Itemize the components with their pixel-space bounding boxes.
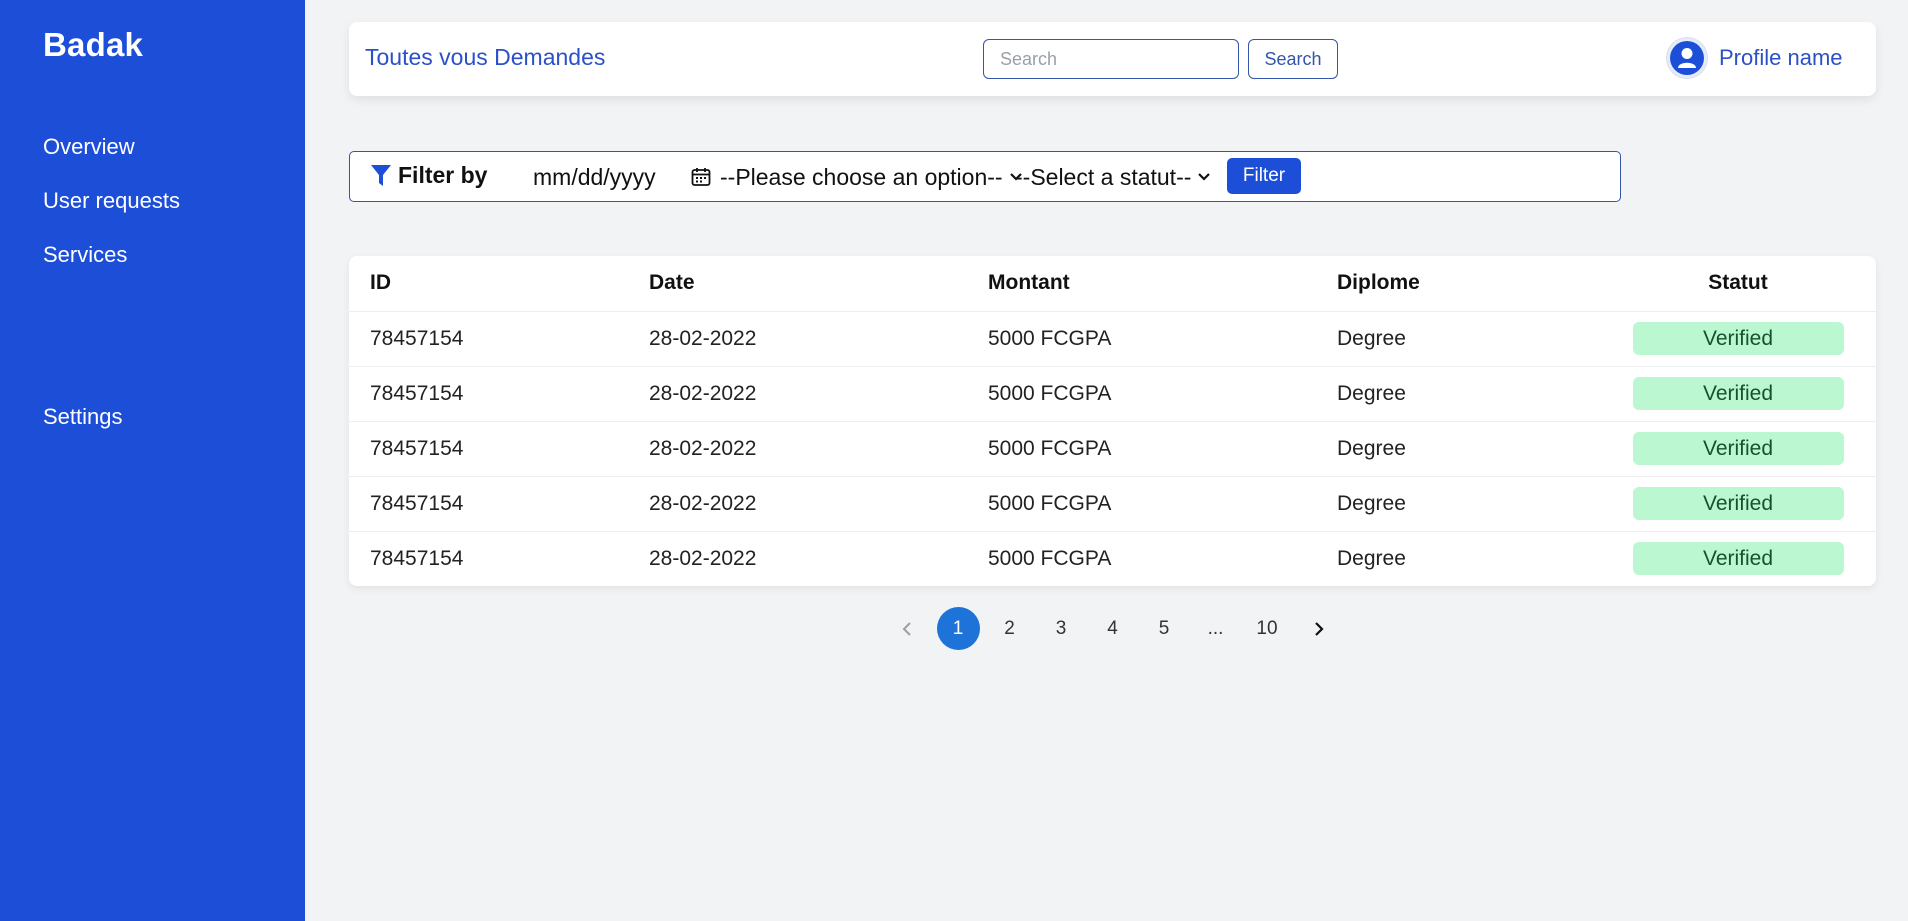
cell-montant: 5000 FCGPA — [988, 420, 1337, 476]
page-button-1[interactable]: 1 — [936, 607, 980, 650]
pagination: 1 2 3 4 5 ... 10 — [885, 607, 1349, 650]
status-badge: Verified — [1632, 487, 1844, 520]
column-header-id[interactable]: ID — [349, 256, 649, 311]
cell-date: 28-02-2022 — [649, 475, 988, 531]
table-row[interactable]: 78457154 28-02-2022 5000 FCGPA Degree Ve… — [349, 530, 1876, 586]
cell-statut: Verified — [1622, 530, 1876, 586]
cell-id: 78457154 — [349, 365, 649, 421]
cell-date: 28-02-2022 — [649, 530, 988, 586]
status-badge: Verified — [1632, 322, 1844, 355]
chevron-right-icon — [1314, 621, 1324, 636]
filter-label-text: Filter by — [398, 162, 488, 188]
brand-logo[interactable]: Badak — [43, 26, 143, 64]
cell-id: 78457154 — [349, 530, 649, 586]
filter-button[interactable]: Filter — [1227, 158, 1301, 194]
cell-statut: Verified — [1622, 475, 1876, 531]
cell-id: 78457154 — [349, 420, 649, 476]
date-input[interactable]: mm/dd/yyyy — [531, 159, 711, 195]
search-input[interactable] — [983, 39, 1239, 79]
cell-date: 28-02-2022 — [649, 365, 988, 421]
column-header-montant[interactable]: Montant — [988, 256, 1337, 311]
status-badge: Verified — [1632, 377, 1844, 410]
cell-montant: 5000 FCGPA — [988, 365, 1337, 421]
column-header-date[interactable]: Date — [649, 256, 988, 311]
sidebar: Badak Overview User requests Services Se… — [0, 0, 305, 921]
table-row[interactable]: 78457154 28-02-2022 5000 FCGPA Degree Ve… — [349, 310, 1876, 366]
cell-diplome: Degree — [1337, 475, 1622, 531]
status-badge: Verified — [1632, 432, 1844, 465]
avatar[interactable] — [1667, 38, 1707, 78]
chevron-left-icon — [902, 621, 911, 636]
cell-diplome: Degree — [1337, 530, 1622, 586]
cell-statut: Verified — [1622, 420, 1876, 476]
filter-bar: Filter by mm/dd/yyyy --Please choose an … — [349, 151, 1621, 202]
page-ellipsis: ... — [1207, 617, 1224, 639]
sidebar-item-overview[interactable]: Overview — [43, 134, 135, 160]
pagination-next-button[interactable] — [1297, 607, 1340, 650]
page-button-2[interactable]: 2 — [988, 607, 1031, 650]
header-bar: Toutes vous Demandes Search Profile name — [349, 22, 1876, 96]
table-row[interactable]: 78457154 28-02-2022 5000 FCGPA Degree Ve… — [349, 365, 1876, 421]
cell-id: 78457154 — [349, 310, 649, 366]
cell-montant: 5000 FCGPA — [988, 475, 1337, 531]
cell-montant: 5000 FCGPA — [988, 530, 1337, 586]
status-badge: Verified — [1632, 542, 1844, 576]
cell-statut: Verified — [1622, 310, 1876, 366]
search-button[interactable]: Search — [1248, 39, 1338, 79]
profile-name[interactable]: Profile name — [1719, 45, 1843, 71]
table-header-row: ID Date Montant Diplome Statut — [349, 256, 1876, 311]
date-placeholder: mm/dd/yyyy — [533, 163, 656, 190]
page-button-5[interactable]: 5 — [1143, 607, 1186, 650]
cell-diplome: Degree — [1337, 365, 1622, 421]
option-select[interactable]: --Please choose an option-- — [720, 159, 1023, 195]
pagination-prev-button[interactable] — [885, 607, 928, 650]
option-select-value: --Please choose an option-- — [720, 163, 1003, 190]
requests-table: ID Date Montant Diplome Statut 78457154 … — [349, 256, 1876, 586]
page-title: Toutes vous Demandes — [365, 44, 606, 70]
chevron-down-icon — [1198, 173, 1211, 181]
sidebar-item-user-requests[interactable]: User requests — [43, 188, 180, 214]
page-button-3[interactable]: 3 — [1040, 607, 1083, 650]
cell-id: 78457154 — [349, 475, 649, 531]
profile-menu[interactable]: Profile name — [1667, 38, 1843, 78]
cell-diplome: Degree — [1337, 310, 1622, 366]
funnel-icon — [371, 164, 391, 186]
cell-date: 28-02-2022 — [649, 420, 988, 476]
column-header-statut[interactable]: Statut — [1622, 256, 1876, 311]
cell-date: 28-02-2022 — [649, 310, 988, 366]
status-select[interactable]: --Select a statut-- — [1015, 159, 1211, 195]
user-icon — [1670, 41, 1704, 75]
calendar-icon[interactable] — [691, 167, 711, 187]
status-select-value: --Select a statut-- — [1015, 163, 1192, 190]
cell-diplome: Degree — [1337, 420, 1622, 476]
sidebar-item-services[interactable]: Services — [43, 242, 127, 268]
page-button-10[interactable]: 10 — [1246, 607, 1289, 650]
sidebar-item-settings[interactable]: Settings — [43, 404, 123, 430]
table-row[interactable]: 78457154 28-02-2022 5000 FCGPA Degree Ve… — [349, 475, 1876, 531]
table-row[interactable]: 78457154 28-02-2022 5000 FCGPA Degree Ve… — [349, 420, 1876, 476]
cell-statut: Verified — [1622, 365, 1876, 421]
page-button-4[interactable]: 4 — [1091, 607, 1134, 650]
column-header-diplome[interactable]: Diplome — [1337, 256, 1622, 311]
filter-label: Filter by — [370, 162, 487, 189]
cell-montant: 5000 FCGPA — [988, 310, 1337, 366]
